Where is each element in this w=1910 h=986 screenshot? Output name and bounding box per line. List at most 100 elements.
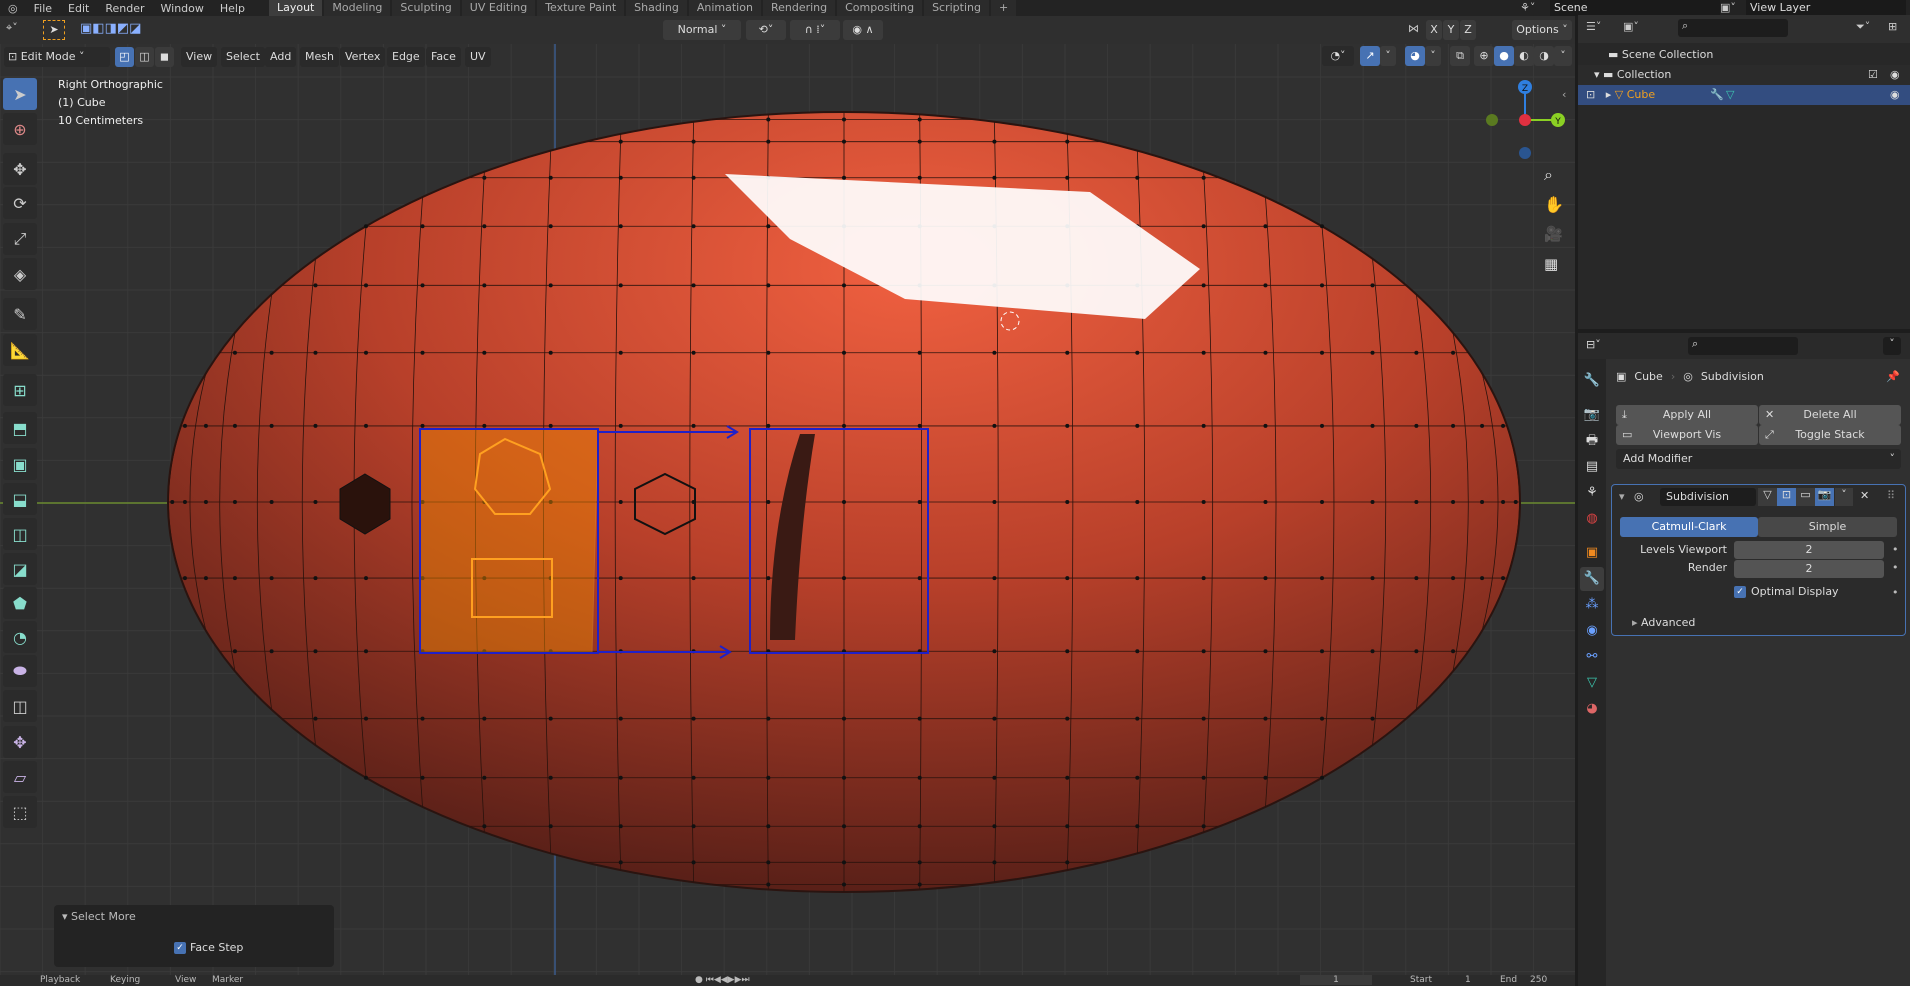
display-mode-dropdown[interactable]: ☰˅ [1586, 20, 1601, 33]
shrink-fatten-tool[interactable]: ✥ [3, 726, 37, 758]
shading-material[interactable]: ◐ [1514, 46, 1534, 66]
shading-solid[interactable]: ● [1494, 46, 1514, 66]
keyframe-dot-icon[interactable]: • [1892, 543, 1899, 556]
menu-window[interactable]: Window [153, 2, 212, 15]
tab-uv-editing[interactable]: UV Editing [461, 0, 536, 16]
cursor-tool[interactable]: ⊕ [3, 113, 37, 145]
poly-build-tool[interactable]: ⬟ [3, 587, 37, 619]
transform-pivot-icon[interactable]: ⌖˅ [6, 21, 18, 35]
viewport-scene[interactable] [0, 44, 1575, 975]
delete-all-button[interactable]: ✕ Delete All [1759, 405, 1901, 425]
menu-file[interactable]: File [26, 2, 60, 15]
modifier-tab-icon[interactable]: 🔧 [1580, 567, 1604, 591]
simple-option[interactable]: Simple [1758, 517, 1897, 537]
menu-select[interactable]: Select [221, 47, 265, 67]
menu-uv[interactable]: UV [465, 47, 491, 67]
properties-search[interactable]: ⌕ [1688, 337, 1798, 355]
menu-view[interactable]: View [181, 47, 218, 67]
menu-face[interactable]: Face [426, 47, 461, 67]
modifier-menu-dropdown[interactable]: ˅ [1835, 488, 1853, 506]
tab-rendering[interactable]: Rendering [762, 0, 836, 16]
catmull-clark-option[interactable]: Catmull-Clark [1620, 517, 1758, 537]
menu-vertex[interactable]: Vertex [340, 47, 386, 67]
visibility-eye-icon[interactable]: ◉ [1890, 85, 1900, 105]
advanced-subpanel[interactable]: ▸ Advanced [1632, 616, 1695, 629]
menu-help[interactable]: Help [212, 2, 253, 15]
levels-viewport-field[interactable]: 2 [1734, 541, 1884, 559]
new-collection-icon[interactable]: ⊞ [1888, 20, 1897, 33]
tab-modeling[interactable]: Modeling [324, 0, 391, 16]
add-modifier-dropdown[interactable]: Add Modifier ˅ [1616, 449, 1901, 469]
output-tab-icon[interactable]: 🖶 [1580, 429, 1604, 453]
filter-icon[interactable]: ⏷˅ [1856, 20, 1870, 34]
record-button[interactable]: ● ⏮◀◀▶▶⏭ [695, 975, 750, 985]
tab-layout[interactable]: Layout [268, 0, 323, 16]
vertex-select-mode[interactable]: ◰ [115, 47, 134, 67]
scene-selector[interactable]: Scene [1550, 0, 1720, 16]
render-toggle[interactable]: 📷 [1815, 488, 1834, 506]
move-tool[interactable]: ✥ [3, 153, 37, 185]
filter-view-dropdown[interactable]: ▣˅ [1623, 20, 1639, 33]
realtime-toggle[interactable]: ▭ [1796, 488, 1815, 506]
mirror-y-toggle[interactable]: Y [1443, 20, 1459, 40]
knife-tool[interactable]: ◪ [3, 553, 37, 585]
overlays-toggle[interactable]: ◕ [1405, 46, 1425, 66]
last-operator-header[interactable]: ▾ Select More [62, 910, 136, 923]
menu-render[interactable]: Render [97, 2, 152, 15]
gizmo-toggle[interactable]: ↗ [1360, 46, 1380, 66]
outliner-item-collection[interactable]: ▾ ▬ Collection ☑ ◉ [1578, 65, 1910, 85]
tool-tab-icon[interactable]: 🔧 [1580, 369, 1604, 393]
view-layer-selector[interactable]: View Layer [1746, 0, 1906, 16]
tab-compositing[interactable]: Compositing [837, 0, 923, 16]
zoom-icon[interactable]: ⌕ [1544, 165, 1553, 185]
outliner-search[interactable]: ⌕ [1678, 19, 1788, 37]
xray-toggle[interactable]: ⧉ [1450, 46, 1470, 66]
outliner-item-scene-collection[interactable]: ▬ Scene Collection [1578, 45, 1910, 65]
end-frame-field[interactable]: 250 [1530, 975, 1547, 985]
blender-logo-icon[interactable]: ◎ [0, 2, 26, 15]
visibility-eye-icon[interactable]: ◉ [1890, 65, 1900, 85]
scale-tool[interactable]: ⤢ [3, 223, 37, 255]
keyframe-dot-icon[interactable]: • [1892, 561, 1899, 574]
keyframe-dot-icon[interactable]: • [1892, 586, 1899, 599]
material-tab-icon[interactable]: ◕ [1580, 697, 1604, 721]
object-tab-icon[interactable]: ▣ [1580, 541, 1604, 565]
rotate-tool[interactable]: ⟳ [3, 187, 37, 219]
on-cage-toggle[interactable]: ⊡ [1777, 488, 1796, 506]
toggle-stack-button[interactable]: ⤢ Toggle Stack [1759, 425, 1901, 445]
add-workspace-button[interactable]: + [991, 0, 1017, 16]
add-cube-tool[interactable]: ⊞ [3, 374, 37, 406]
navigation-gizmo[interactable]: Z Y [1480, 75, 1570, 165]
current-frame-field[interactable]: 1 [1300, 975, 1372, 985]
render-tab-icon[interactable]: 📷 [1580, 403, 1604, 427]
world-tab-icon[interactable]: ◍ [1580, 507, 1604, 531]
select-box-tool[interactable]: ➤ [3, 78, 37, 110]
camera-icon[interactable]: 🎥 [1544, 225, 1563, 243]
mesh-data-icon[interactable]: ▽ [1726, 85, 1734, 105]
selection-mode-icons[interactable]: ▣◧◨◩◪ [80, 21, 141, 36]
mode-dropdown[interactable]: ⊡ Edit Mode ˅ [4, 47, 110, 67]
remove-modifier-icon[interactable]: ✕ [1860, 489, 1869, 502]
apply-all-button[interactable]: ⤓ Apply All [1616, 405, 1758, 425]
menu-marker[interactable]: Marker [212, 975, 243, 985]
select-tool-icon[interactable]: ➤ [43, 20, 65, 40]
rip-tool[interactable]: ⬚ [3, 796, 37, 828]
view-layer-icon[interactable]: ▣˅ [1720, 0, 1746, 16]
smooth-tool[interactable]: ⬬ [3, 655, 37, 687]
expand-icon[interactable]: ▸ [1606, 88, 1615, 101]
drag-handle-icon[interactable]: ⠿ [1887, 489, 1895, 502]
visibility-dropdown[interactable]: ◔˅ [1322, 46, 1354, 66]
start-frame-field[interactable]: 1 [1465, 975, 1471, 985]
spin-tool[interactable]: ◔ [3, 621, 37, 653]
edge-slide-tool[interactable]: ◫ [3, 690, 37, 722]
pivot-point-dropdown[interactable]: ⟲˅ [746, 20, 786, 40]
view-layer-tab-icon[interactable]: ▤ [1580, 455, 1604, 479]
optimal-display-checkbox[interactable]: ✓ Optimal Display [1734, 585, 1839, 598]
editor-type-dropdown[interactable]: ⊟˅ [1586, 338, 1601, 351]
menu-mesh[interactable]: Mesh [300, 47, 339, 67]
menu-keying[interactable]: Keying [110, 975, 140, 985]
sidebar-toggle-icon[interactable]: ‹ [1562, 88, 1566, 101]
options-dropdown-icon[interactable]: ˅ [1883, 337, 1901, 355]
mirror-x-toggle[interactable]: X [1426, 20, 1442, 40]
face-select-mode[interactable]: ◼ [155, 47, 174, 67]
